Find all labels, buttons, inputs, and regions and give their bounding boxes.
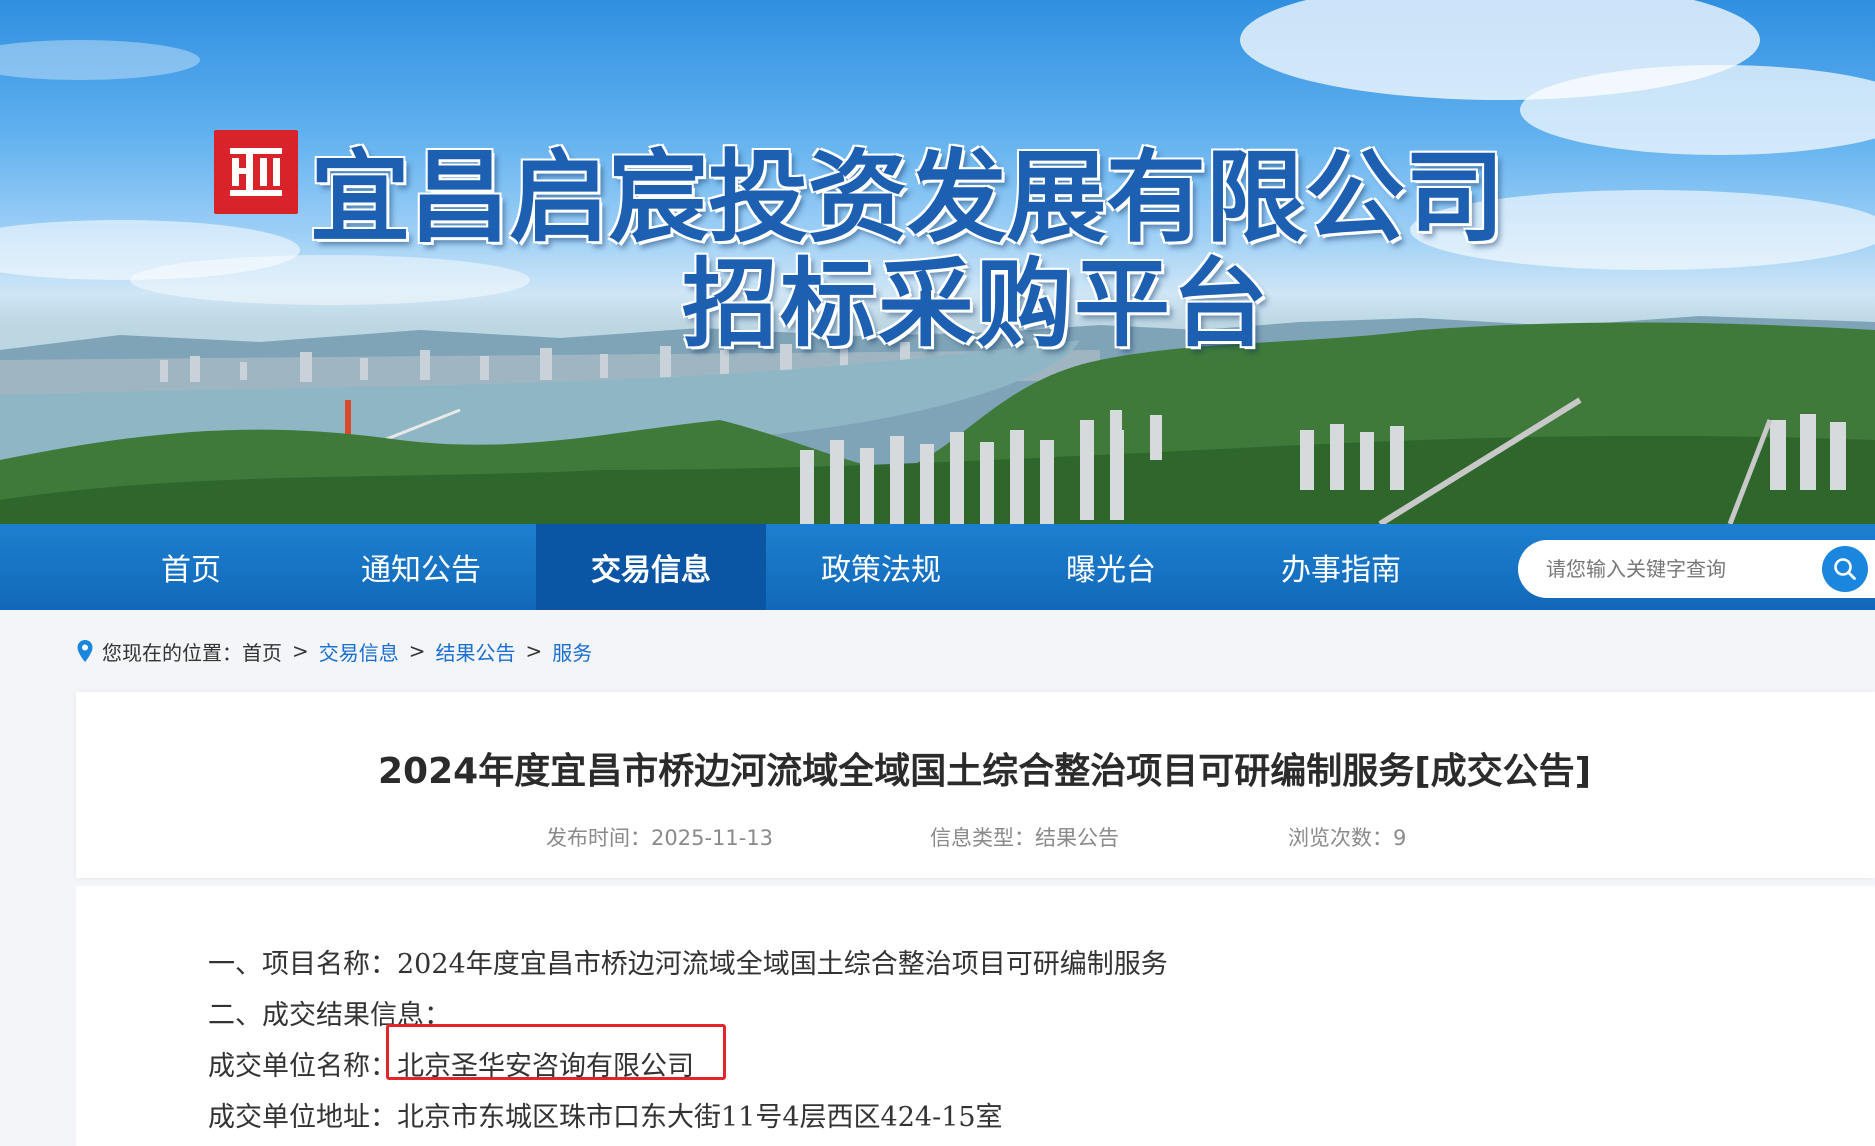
nav-home[interactable]: 首页 [76, 524, 306, 610]
breadcrumb-separator: > [292, 639, 309, 663]
nav-notices[interactable]: 通知公告 [306, 524, 536, 610]
article-body: 一、项目名称：2024年度宜昌市桥边河流域全域国土综合整治项目可研编制服务 二、… [76, 886, 1875, 1146]
search-bar [1518, 540, 1875, 598]
breadcrumb-service[interactable]: 服务 [552, 637, 592, 666]
view-count-value: 9 [1393, 826, 1407, 850]
header-banner: 宜昌启宸投资发展有限公司 招标采购平台 [0, 0, 1875, 524]
breadcrumb: 您现在的位置： 首页 > 交易信息 > 结果公告 > 服务 [76, 636, 592, 666]
view-count: 浏览次数：9 [1288, 822, 1406, 852]
article-header: 2024年度宜昌市桥边河流域全域国土综合整治项目可研编制服务[成交公告] 发布时… [76, 692, 1875, 878]
search-input[interactable] [1546, 540, 1806, 598]
nav-guide[interactable]: 办事指南 [1226, 524, 1456, 610]
search-button[interactable] [1822, 546, 1868, 592]
publish-label: 发布时间： [546, 826, 651, 850]
breadcrumb-separator: > [408, 639, 426, 663]
company-logo [214, 130, 298, 214]
publish-date: 发布时间：2025-11-13 [546, 822, 773, 852]
search-icon [1834, 558, 1856, 580]
view-count-label: 浏览次数： [1288, 826, 1393, 850]
breadcrumb-prefix: 您现在的位置： [102, 640, 242, 665]
info-type-label: 信息类型： [930, 826, 1035, 850]
nav-trade-info[interactable]: 交易信息 [536, 524, 766, 610]
location-pin-icon [77, 640, 93, 662]
publish-value: 2025-11-13 [651, 826, 774, 850]
logo-mark-icon [230, 148, 282, 196]
nav-exposure[interactable]: 曝光台 [996, 524, 1226, 610]
breadcrumb-separator: > [525, 639, 543, 663]
nav-policy[interactable]: 政策法规 [766, 524, 996, 610]
breadcrumb-result-notice[interactable]: 结果公告 [436, 637, 516, 666]
winner-name-highlight-box [386, 1024, 726, 1080]
site-title-platform: 招标采购平台 [682, 248, 1270, 360]
project-name-line: 一、项目名称：2024年度宜昌市桥边河流域全域国土综合整治项目可研编制服务 [208, 949, 1168, 980]
info-type: 信息类型：结果公告 [930, 822, 1119, 852]
info-type-value: 结果公告 [1035, 826, 1119, 850]
breadcrumb-trade-info[interactable]: 交易信息 [319, 637, 399, 666]
breadcrumb-home[interactable]: 首页 [242, 637, 282, 666]
winner-address-line: 成交单位地址：北京市东城区珠市口东大街11号4层西区424-15室 [208, 1102, 1003, 1133]
article-title: 2024年度宜昌市桥边河流域全域国土综合整治项目可研编制服务[成交公告] [378, 751, 1592, 792]
